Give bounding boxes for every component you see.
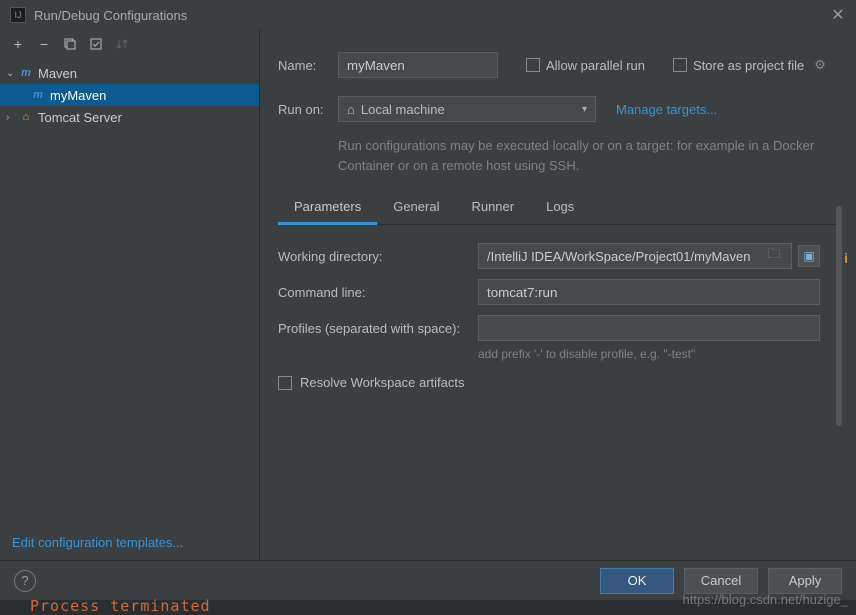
home-icon: ⌂	[347, 102, 355, 117]
left-pane: + − ⌄ m Maven m	[0, 30, 260, 560]
dialog: IJ Run/Debug Configurations ✕ + − ⌄	[0, 0, 856, 600]
working-dir-input[interactable]: /IntelliJ IDEA/WorkSpace/Project01/myMav…	[478, 243, 792, 269]
cancel-button[interactable]: Cancel	[684, 568, 758, 594]
name-input[interactable]	[338, 52, 498, 78]
app-icon: IJ	[10, 7, 26, 23]
ok-button[interactable]: OK	[600, 568, 674, 594]
tab-parameters[interactable]: Parameters	[278, 193, 377, 225]
working-dir-value: /IntelliJ IDEA/WorkSpace/Project01/myMav…	[487, 249, 765, 264]
allow-parallel-wrap: Allow parallel run	[526, 58, 645, 73]
titlebar: IJ Run/Debug Configurations ✕	[0, 0, 856, 30]
tree-label: Tomcat Server	[38, 110, 122, 125]
save-config-button[interactable]	[88, 36, 104, 52]
rail-marker: i	[844, 250, 848, 266]
remove-config-button[interactable]: −	[36, 36, 52, 52]
tab-content: Working directory: /IntelliJ IDEA/WorkSp…	[260, 225, 856, 390]
chevron-down-icon: ▾	[582, 104, 587, 115]
copy-config-button[interactable]	[62, 36, 78, 52]
chevron-right-icon: ›	[6, 112, 18, 123]
help-button[interactable]: ?	[14, 570, 36, 592]
add-config-button[interactable]: +	[10, 36, 26, 52]
profiles-label: Profiles (separated with space):	[278, 321, 478, 336]
left-footer: Edit configuration templates...	[0, 525, 259, 560]
chevron-down-icon: ⌄	[6, 68, 18, 79]
tab-general[interactable]: General	[377, 193, 455, 224]
maven-icon: m	[30, 88, 46, 102]
command-line-label: Command line:	[278, 285, 478, 300]
watermark: https://blog.csdn.net/huzige_	[682, 592, 848, 607]
tomcat-icon: ⌂	[18, 110, 34, 124]
tree-item-tomcat[interactable]: › ⌂ Tomcat Server	[0, 106, 259, 128]
apply-button[interactable]: Apply	[768, 568, 842, 594]
insert-macro-button[interactable]: ▣	[798, 245, 820, 267]
profiles-input[interactable]	[478, 315, 820, 341]
tree-item-mymaven[interactable]: m myMaven	[0, 84, 259, 106]
allow-parallel-label: Allow parallel run	[546, 58, 645, 73]
command-line-input[interactable]	[478, 279, 820, 305]
sort-config-button[interactable]	[114, 36, 130, 52]
working-dir-label: Working directory:	[278, 249, 478, 264]
profiles-row: Profiles (separated with space):	[278, 315, 820, 341]
main-area: + − ⌄ m Maven m	[0, 30, 856, 560]
resolve-row: Resolve Workspace artifacts	[278, 375, 820, 390]
run-on-row: Run on: ⌂ Local machine ▾ Manage targets…	[260, 92, 856, 126]
store-project-checkbox[interactable]	[673, 58, 687, 72]
allow-parallel-checkbox[interactable]	[526, 58, 540, 72]
run-on-hint: Run configurations may be executed local…	[260, 136, 856, 175]
tab-logs[interactable]: Logs	[530, 193, 590, 224]
run-on-label: Run on:	[278, 102, 338, 117]
command-line-row: Command line:	[278, 279, 820, 305]
profiles-hint: add prefix '-' to disable profile, e.g. …	[478, 347, 820, 361]
tree-label: myMaven	[50, 88, 106, 103]
name-label: Name:	[278, 58, 338, 73]
right-pane: Name: Allow parallel run Store as projec…	[260, 30, 856, 560]
resolve-artifacts-checkbox[interactable]	[278, 376, 292, 390]
resolve-artifacts-label: Resolve Workspace artifacts	[300, 375, 465, 390]
store-project-wrap: Store as project file ⚙	[673, 57, 826, 73]
tabs: Parameters General Runner Logs	[278, 193, 838, 225]
close-icon[interactable]: ✕	[830, 7, 846, 23]
store-project-label: Store as project file	[693, 58, 804, 73]
scrollbar[interactable]	[836, 206, 842, 426]
config-tree: ⌄ m Maven m myMaven › ⌂ Tomcat Server	[0, 58, 259, 525]
folder-icon[interactable]: 🗀	[765, 245, 783, 267]
run-on-value: Local machine	[361, 102, 445, 117]
name-row: Name: Allow parallel run Store as projec…	[260, 48, 856, 82]
run-on-dropdown[interactable]: ⌂ Local machine ▾	[338, 96, 596, 122]
tree-item-maven[interactable]: ⌄ m Maven	[0, 62, 259, 84]
manage-targets-link[interactable]: Manage targets...	[616, 102, 717, 117]
gear-icon[interactable]: ⚙	[814, 57, 826, 73]
maven-icon: m	[18, 66, 34, 80]
config-toolbar: + −	[0, 30, 259, 58]
window-title: Run/Debug Configurations	[34, 8, 830, 23]
tab-runner[interactable]: Runner	[455, 193, 530, 224]
working-dir-row: Working directory: /IntelliJ IDEA/WorkSp…	[278, 243, 820, 269]
edit-templates-link[interactable]: Edit configuration templates...	[12, 535, 183, 550]
tree-label: Maven	[38, 66, 77, 81]
